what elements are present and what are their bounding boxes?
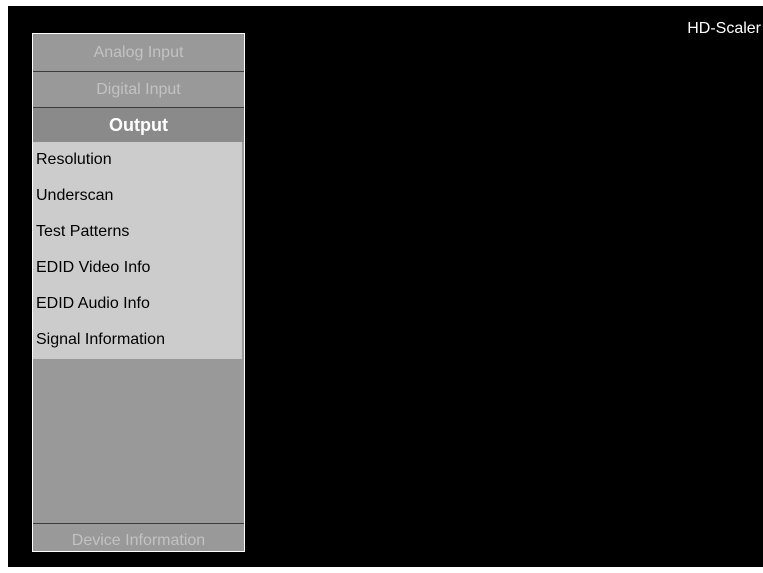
submenu-item-edid-video-info[interactable]: EDID Video Info <box>33 250 242 286</box>
menu-panel: Analog Input Digital Input Output Resolu… <box>32 33 245 552</box>
menu-device-information[interactable]: Device Information <box>33 523 244 551</box>
submenu-item-signal-information[interactable]: Signal Information <box>33 322 242 358</box>
osd-screen: HD-Scaler Analog Input Digital Input Out… <box>8 6 763 567</box>
output-submenu: Resolution Underscan Test Patterns EDID … <box>33 142 242 359</box>
menu-digital-input[interactable]: Digital Input <box>33 72 244 108</box>
submenu-item-edid-audio-info[interactable]: EDID Audio Info <box>33 286 242 322</box>
submenu-item-resolution[interactable]: Resolution <box>33 142 242 178</box>
device-title: HD-Scaler <box>687 20 761 37</box>
menu-output[interactable]: Output <box>33 108 244 142</box>
submenu-item-underscan[interactable]: Underscan <box>33 178 242 214</box>
submenu-item-test-patterns[interactable]: Test Patterns <box>33 214 242 250</box>
menu-analog-input[interactable]: Analog Input <box>33 34 244 72</box>
